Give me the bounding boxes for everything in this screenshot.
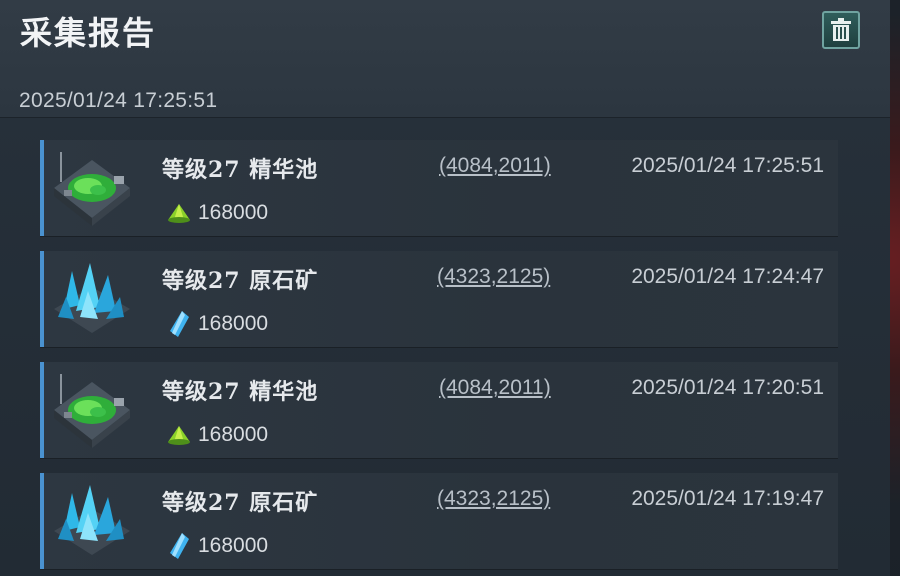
report-time: 2025/01/24 17:19:47 bbox=[631, 487, 824, 510]
resource-amount: 168000 bbox=[198, 423, 269, 446]
coordinate-link[interactable]: (4084,2011) bbox=[439, 376, 551, 400]
resource-amount: 168000 bbox=[198, 312, 269, 335]
report-name: 等级27 精华池 bbox=[162, 379, 319, 405]
report-time: 2025/01/24 17:24:47 bbox=[631, 265, 824, 288]
green-essence-icon bbox=[168, 426, 190, 445]
coordinate-link[interactable]: (4323,2125) bbox=[437, 265, 550, 289]
crystal-mine-icon bbox=[54, 263, 130, 333]
essence-pool-icon bbox=[54, 152, 130, 226]
resource-amount: 168000 bbox=[198, 534, 269, 557]
report-time: 2025/01/24 17:20:51 bbox=[631, 376, 824, 399]
report-row[interactable]: 等级27 精华池 (4084,2011) 2025/01/24 17:25:51… bbox=[40, 140, 838, 236]
blue-crystal-icon bbox=[170, 311, 189, 337]
green-essence-icon bbox=[168, 204, 190, 223]
crystal-mine-icon bbox=[54, 485, 130, 555]
essence-pool-icon bbox=[54, 374, 130, 448]
header: 采集报告 2025/01/24 17:25:51 bbox=[0, 0, 890, 118]
report-name: 等级27 精华池 bbox=[162, 157, 319, 183]
report-list: 等级27 精华池 (4084,2011) 2025/01/24 17:25:51… bbox=[40, 140, 838, 576]
resource-amount: 168000 bbox=[198, 201, 269, 224]
blue-crystal-icon bbox=[170, 533, 189, 559]
header-date: 2025/01/24 17:25:51 bbox=[19, 89, 218, 112]
trash-icon bbox=[831, 18, 851, 41]
coordinate-link[interactable]: (4323,2125) bbox=[437, 487, 550, 511]
delete-button[interactable] bbox=[822, 11, 860, 49]
report-row[interactable]: 等级27 原石矿 (4323,2125) 2025/01/24 17:24:47… bbox=[40, 251, 838, 347]
report-row[interactable]: 等级27 原石矿 (4323,2125) 2025/01/24 17:19:47… bbox=[40, 473, 838, 569]
report-time: 2025/01/24 17:25:51 bbox=[631, 154, 824, 177]
coordinate-link[interactable]: (4084,2011) bbox=[439, 154, 551, 178]
page-title: 采集报告 bbox=[20, 14, 157, 52]
report-name: 等级27 原石矿 bbox=[162, 268, 319, 294]
report-name: 等级27 原石矿 bbox=[162, 490, 319, 516]
report-row[interactable]: 等级27 精华池 (4084,2011) 2025/01/24 17:20:51… bbox=[40, 362, 838, 458]
